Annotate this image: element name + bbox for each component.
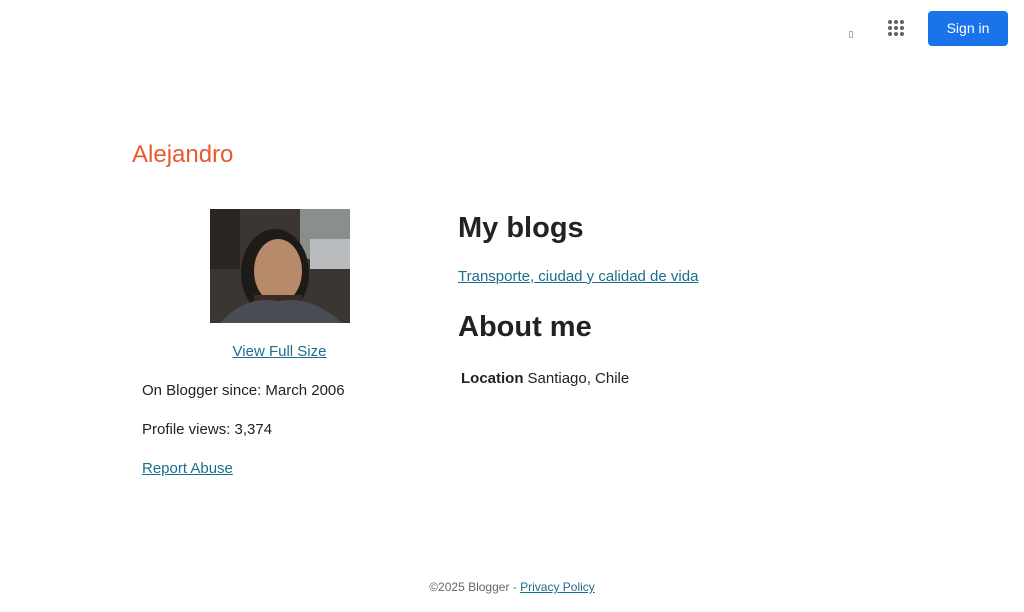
location-row: Location Santiago, Chile (461, 370, 629, 388)
profile-photo-image (210, 209, 350, 323)
missing-glyph-icon: ▯ (848, 29, 854, 39)
top-bar: ▯ Sign in (0, 0, 1024, 56)
apps-grid-icon[interactable] (880, 12, 912, 44)
profile-photo[interactable] (210, 209, 350, 323)
about-me-heading: About me (458, 311, 592, 343)
profile-name: Alejandro (132, 141, 234, 168)
my-blogs-heading: My blogs (458, 212, 584, 244)
sign-in-button[interactable]: Sign in (928, 11, 1008, 46)
location-label: Location (461, 370, 524, 387)
report-abuse-link[interactable]: Report Abuse (142, 460, 233, 478)
blog-link[interactable]: Transporte, ciudad y calidad de vida (458, 268, 698, 286)
profile-views-text: Profile views: 3,374 (142, 421, 273, 438)
location-value: Santiago, Chile (527, 370, 630, 387)
privacy-policy-link[interactable]: Privacy Policy (520, 580, 595, 594)
view-full-size-link[interactable]: View Full Size (142, 343, 417, 361)
blogger-since-text: On Blogger since: March 2006 (142, 382, 345, 399)
footer: ©2025 Blogger - Privacy Policy (0, 579, 1024, 595)
copyright-text: ©2025 Blogger - (429, 580, 521, 594)
